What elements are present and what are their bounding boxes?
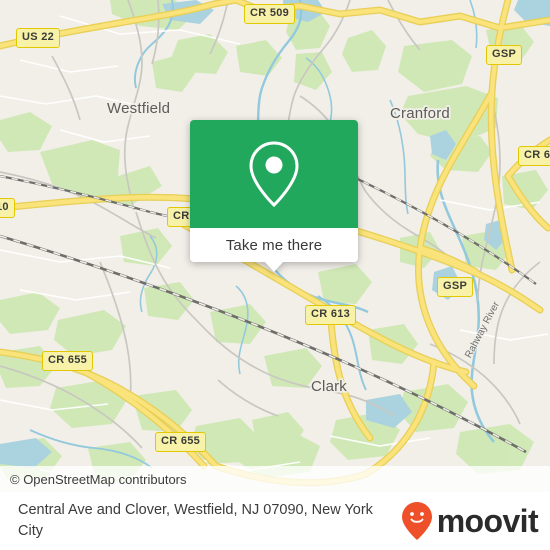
shield-us-22: US 22	[16, 28, 61, 48]
take-me-there-popup[interactable]: Take me there	[190, 120, 358, 272]
popup-header	[190, 120, 358, 228]
shield-cr-655-west: CR 655	[42, 351, 94, 371]
shield-cr-613: CR 613	[305, 305, 357, 325]
shield-gsp-north: GSP	[486, 45, 523, 65]
moovit-smiley-pin-icon	[401, 502, 432, 540]
map-attribution-bar: © OpenStreetMap contributors	[0, 466, 550, 492]
popup-pointer-tail	[264, 261, 284, 272]
moovit-wordmark: moovit	[436, 503, 539, 539]
map-canvas[interactable]: Westfield Cranford Clark Rahway River US…	[0, 0, 550, 492]
map-pin-icon	[249, 141, 299, 208]
shield-gsp-south: GSP	[437, 277, 474, 297]
popup-footer[interactable]: Take me there	[190, 228, 358, 272]
moovit-brand[interactable]: moovit	[401, 502, 550, 540]
shield-10-clipped: 10	[0, 198, 15, 218]
address-line-1: Central Ave and Clover, Westfield, NJ 07…	[18, 502, 341, 518]
shield-cr-655-south: CR 655	[155, 432, 207, 452]
footer-bar: Central Ave and Clover, Westfield, NJ 07…	[0, 492, 550, 550]
shield-cr-61-clipped: CR 61	[518, 146, 550, 166]
address-text: Central Ave and Clover, Westfield, NJ 07…	[0, 500, 390, 542]
moovit-map-screenshot: Westfield Cranford Clark Rahway River US…	[0, 0, 550, 550]
openstreetmap-attribution[interactable]: © OpenStreetMap contributors	[0, 472, 187, 487]
take-me-there-label: Take me there	[225, 236, 323, 254]
shield-cr-509: CR 509	[244, 4, 296, 24]
